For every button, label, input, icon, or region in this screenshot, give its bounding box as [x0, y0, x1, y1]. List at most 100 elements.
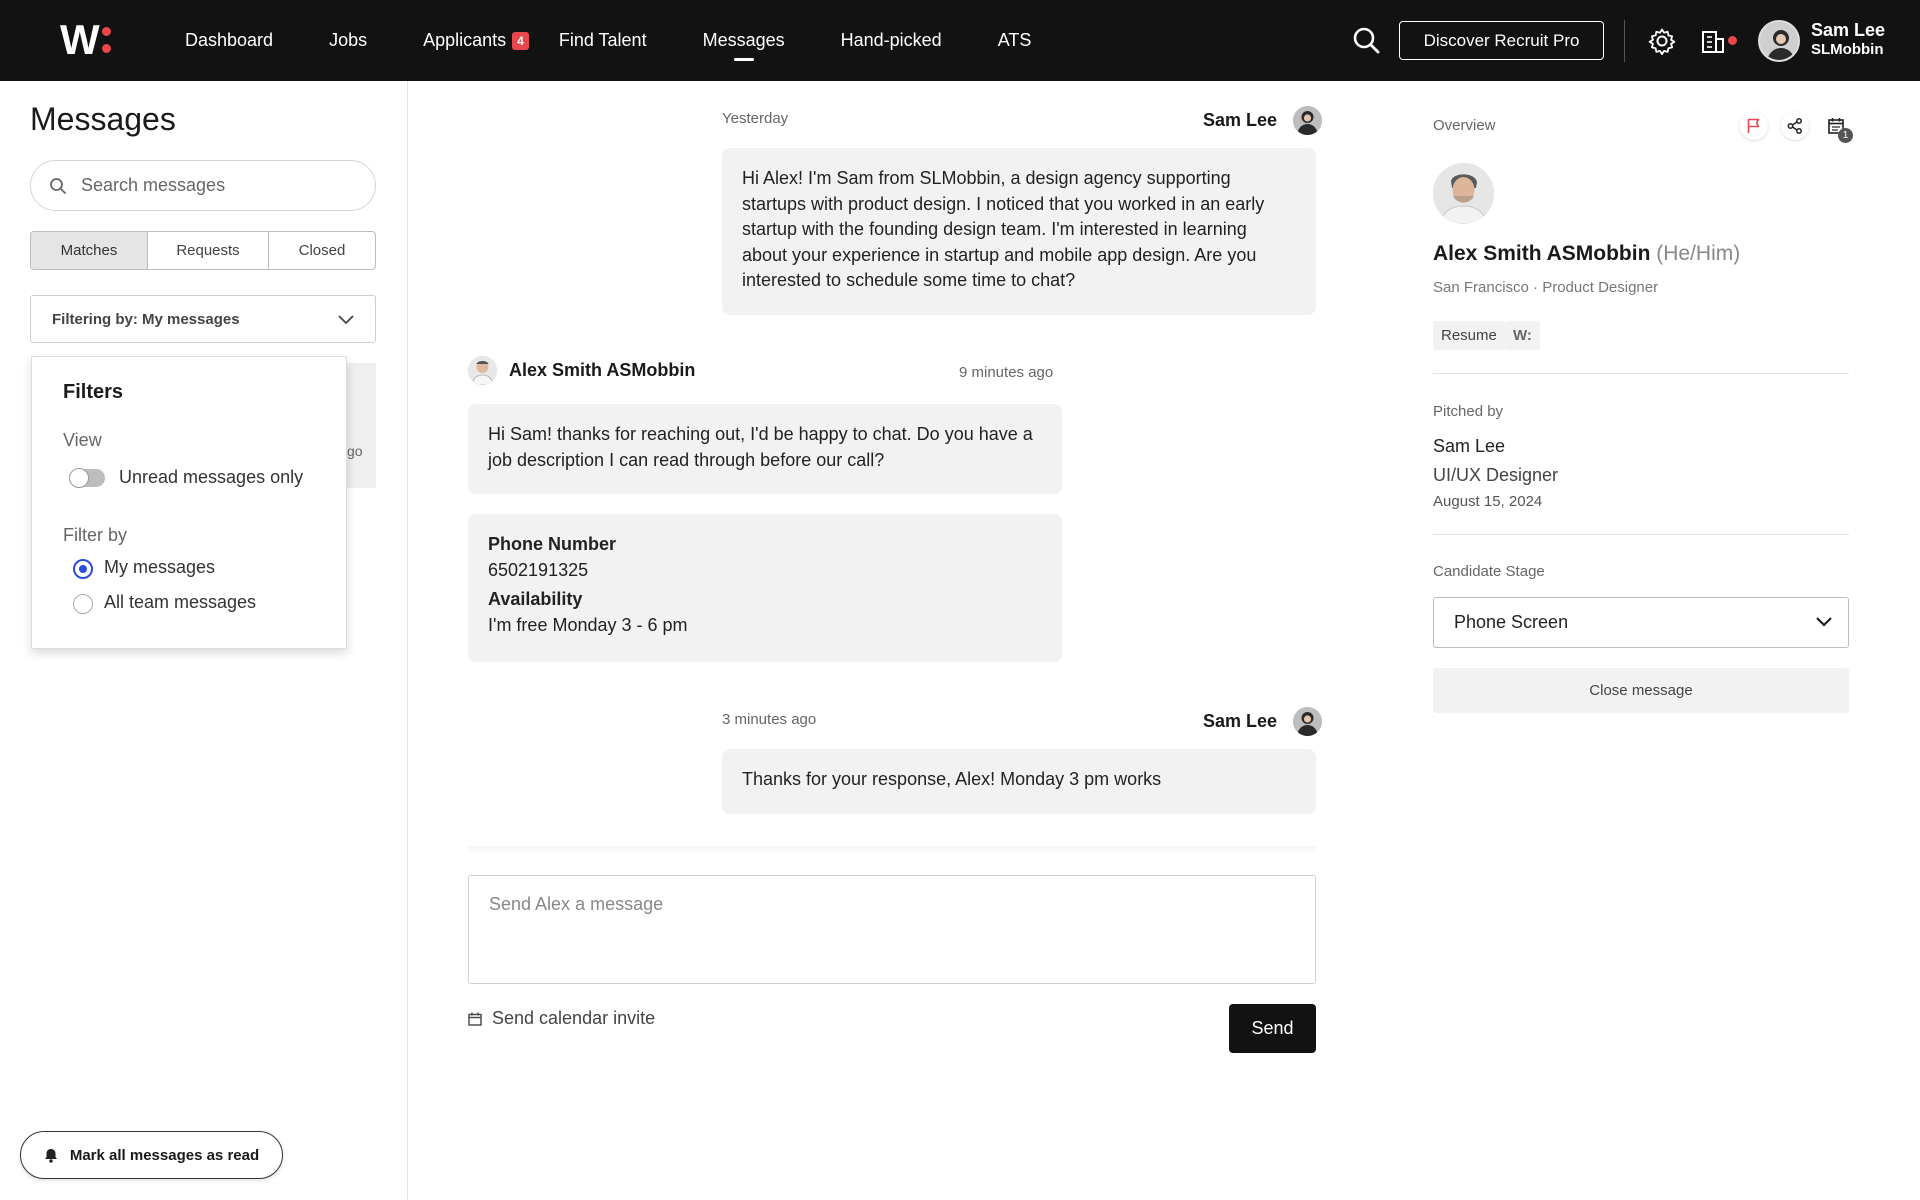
overview-panel: Overview 1 Alex Smith ASMobbin (He/Him) …: [1366, 81, 1920, 1200]
nav-item-jobs[interactable]: Jobs: [329, 0, 367, 81]
candidate-stage-select[interactable]: Phone Screen: [1433, 597, 1849, 648]
messages-sidebar: Messages Search messages Matches Request…: [0, 81, 408, 1200]
phone-number: 6502191325: [488, 559, 589, 580]
nav-item-messages[interactable]: Messages: [703, 0, 785, 81]
scroll-fade: [468, 846, 1316, 854]
view-label: View: [63, 430, 102, 450]
candidate-avatar: [1433, 163, 1494, 224]
top-nav: W Dashboard Jobs Applicants 4 Find Talent…: [0, 0, 1920, 81]
nav-label: Find Talent: [558, 30, 647, 50]
nav-item-find-talent[interactable]: Find Talent: [559, 0, 647, 81]
mark-all-read-button[interactable]: Mark all messages as read: [20, 1131, 283, 1179]
availability: I'm free Monday 3 - 6 pm: [488, 614, 688, 635]
nav-item-applicants[interactable]: Applicants 4: [423, 0, 529, 81]
user-menu[interactable]: Sam Lee SLMobbin: [1811, 20, 1885, 60]
send-calendar-invite-link[interactable]: Send calendar invite: [468, 1008, 655, 1029]
list-item[interactable]: go: [347, 363, 376, 488]
candidate-name: Alex Smith ASMobbin (He/Him): [1433, 242, 1740, 266]
bell-icon: [44, 1148, 57, 1163]
nav-item-dashboard[interactable]: Dashboard: [185, 0, 273, 81]
tab-closed[interactable]: Closed: [269, 232, 375, 269]
page-title: Messages: [30, 101, 176, 137]
nav-label: Applicants: [423, 30, 507, 50]
calendar-icon: [468, 1012, 482, 1026]
pitched-by-role: UI/UX Designer: [1433, 465, 1559, 485]
notification-dot: [1728, 36, 1737, 45]
message-tabs: Matches Requests Closed: [30, 231, 376, 270]
chevron-down-icon: [338, 315, 354, 325]
nav-label: Dashboard: [185, 30, 274, 50]
resume-tag[interactable]: Resume: [1433, 321, 1505, 350]
overview-label: Overview: [1433, 117, 1496, 134]
filter-by-label: Filter by: [63, 525, 128, 545]
nav-label: Messages: [702, 30, 785, 50]
unread-toggle-label: Unread messages only: [119, 467, 304, 487]
filters-popover: Filters View Unread messages only Filter…: [31, 356, 347, 649]
tab-requests[interactable]: Requests: [148, 232, 269, 269]
filter-select[interactable]: Filtering by: My messages: [30, 295, 376, 343]
divider: [1433, 373, 1849, 374]
filter-select-value: Filtering by: My messages: [52, 310, 240, 328]
pitched-by-name: Sam Lee: [1433, 436, 1506, 456]
message-bubble: Thanks for your response, Alex! Monday 3…: [722, 749, 1316, 814]
radio-my-messages-label: My messages: [104, 557, 216, 577]
logo[interactable]: W: [60, 16, 111, 63]
nav-items: Dashboard Jobs Applicants 4 Find Talent M…: [185, 0, 1087, 81]
discover-recruit-pro-button[interactable]: Discover Recruit Pro: [1399, 21, 1604, 60]
filters-title: Filters: [63, 381, 124, 403]
nav-item-ats[interactable]: ATS: [998, 0, 1032, 81]
radio-all-team-messages[interactable]: [73, 594, 93, 614]
search-placeholder: Search messages: [81, 175, 226, 195]
calendar-invite-label: Send calendar invite: [492, 1008, 656, 1028]
message-time: 9 minutes ago: [959, 364, 1054, 381]
candidate-stage-value: Phone Screen: [1454, 612, 1569, 632]
sender-name: Alex Smith ASMobbin: [509, 360, 696, 380]
pitched-date: August 15, 2024: [1433, 493, 1543, 510]
avatar: [468, 356, 497, 385]
close-message-button[interactable]: Close message: [1433, 668, 1849, 713]
message-time: 3 minutes ago: [722, 711, 817, 728]
message-bubble: Hi Alex! I'm Sam from SLMobbin, a design…: [722, 148, 1316, 315]
nav-divider: [1624, 20, 1625, 62]
candidate-pronouns: (He/Him): [1656, 242, 1741, 265]
search-input[interactable]: Search messages: [30, 160, 376, 211]
message-time: Yesterday: [722, 110, 789, 127]
user-company: SLMobbin: [1811, 41, 1884, 58]
message-input[interactable]: Send Alex a message: [468, 875, 1316, 984]
nav-label: Jobs: [329, 30, 368, 50]
message-sender: Sam Lee: [1203, 106, 1323, 135]
nav-label: Hand-picked: [840, 30, 942, 50]
wellfound-tag[interactable]: W:: [1505, 321, 1540, 350]
send-button[interactable]: Send: [1229, 1004, 1316, 1053]
flag-icon[interactable]: [1740, 112, 1768, 140]
sender-name: Sam Lee: [1203, 711, 1278, 731]
detail-label: Availability: [488, 589, 583, 609]
radio-my-messages[interactable]: [73, 559, 93, 579]
unread-toggle[interactable]: [69, 468, 105, 488]
radio-all-team-messages-label: All team messages: [104, 592, 257, 612]
detail-label: Phone Number: [488, 534, 617, 554]
user-name: Sam Lee: [1811, 20, 1886, 40]
nav-label: ATS: [997, 30, 1032, 50]
calendar-count-badge: 1: [1838, 128, 1853, 143]
search-icon[interactable]: [1352, 26, 1380, 54]
message-sender: Alex Smith ASMobbin: [468, 356, 695, 385]
avatar[interactable]: [1758, 20, 1800, 62]
list-item-time: go: [347, 443, 363, 459]
sender-name: Sam Lee: [1203, 110, 1278, 130]
details-card: Phone Number 6502191325 Availability I'm…: [468, 514, 1062, 662]
gear-icon[interactable]: [1648, 27, 1676, 55]
company-building-icon[interactable]: [1699, 27, 1727, 55]
conversation: Yesterday Sam Lee Hi Alex! I'm Sam from …: [409, 81, 1366, 1200]
mark-all-label: Mark all messages as read: [69, 1146, 260, 1164]
message-sender: Sam Lee: [1203, 707, 1323, 736]
avatar: [1293, 707, 1323, 736]
candidate-stage-label: Candidate Stage: [1433, 563, 1545, 580]
nav-item-hand-picked[interactable]: Hand-picked: [841, 0, 942, 81]
chevron-down-icon: [1816, 617, 1832, 627]
applicants-badge: 4: [512, 31, 529, 50]
share-icon[interactable]: [1781, 112, 1809, 140]
tab-matches[interactable]: Matches: [31, 232, 148, 269]
search-icon: [50, 178, 66, 194]
logo-mark: W: [60, 16, 100, 63]
